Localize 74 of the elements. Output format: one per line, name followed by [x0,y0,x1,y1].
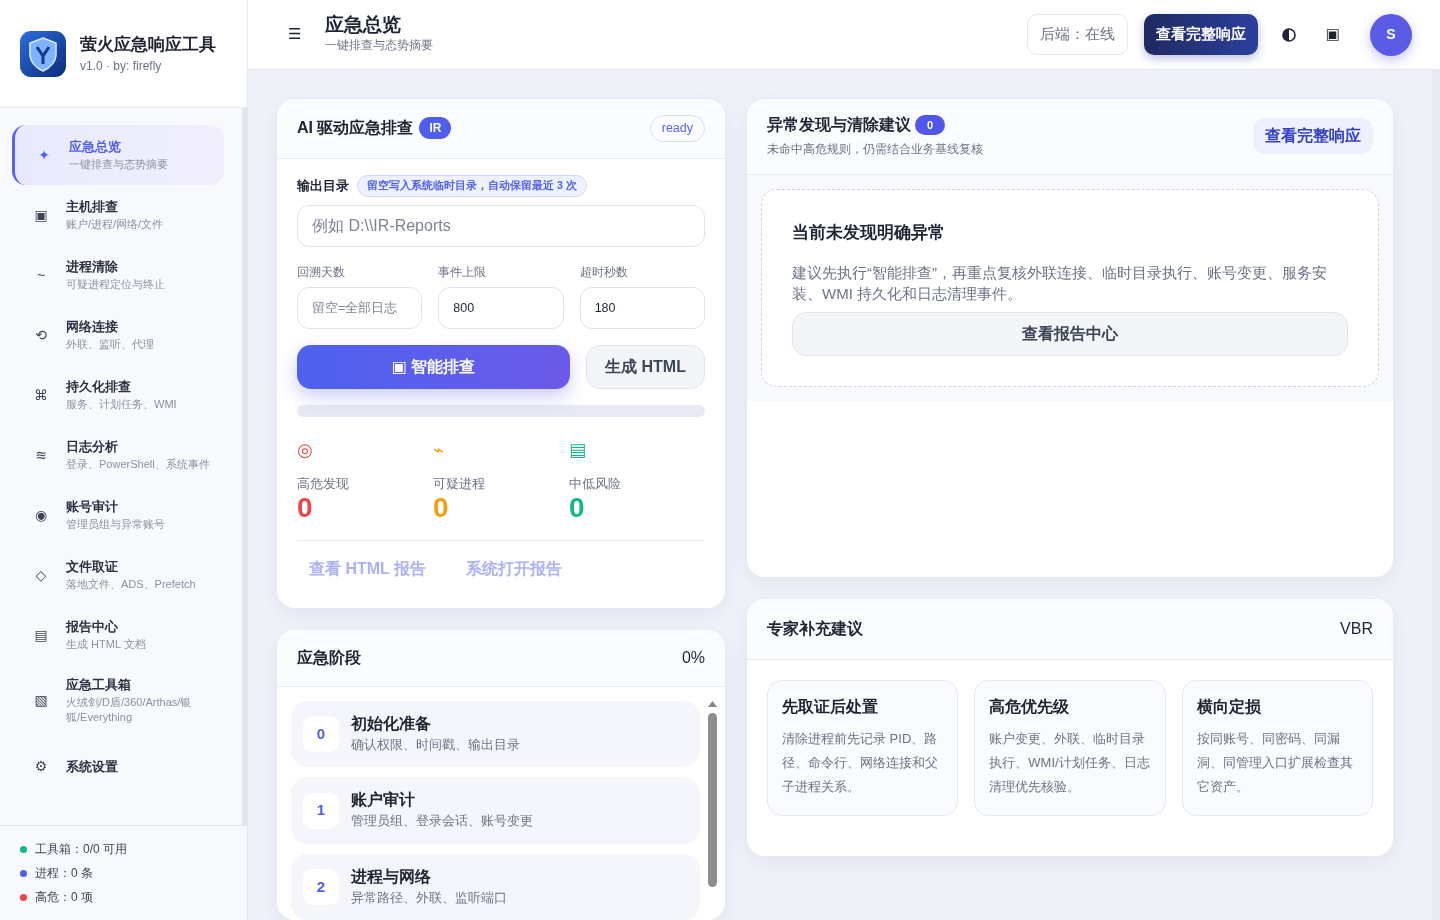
card-tag: VBR [1340,617,1373,641]
stat-label: 中低风险 [569,474,622,493]
card-title: 应急阶段 [297,648,361,669]
parameter-field[interactable]: 180 [579,286,705,329]
tip-text: 按同账号、同密码、同漏洞、同管理入口扩展检查其它资产。 [1196,730,1354,797]
full-response-button[interactable]: 查看完整响应 [1253,117,1373,154]
report-center-button[interactable]: 查看报告中心 [792,311,1348,356]
card-subtitle: 未命中高危规则，仍需结合业务基线复核 [767,142,983,157]
full-response-button[interactable]: 查看完整响应 [1143,14,1258,55]
stage-percent: 0% [681,648,705,669]
window-button[interactable]: ▣ [1311,19,1354,50]
contrast-icon[interactable] [1281,27,1296,42]
stage-title: 初始化准备 [351,714,432,735]
sidebar-item[interactable]: ⌘ 持久化排查 服务、计划任务、WMI [12,365,224,425]
stage-number: 1 [303,792,339,829]
ir-badge: IR [419,117,452,140]
sidebar-item[interactable]: ✦ 应急总览 一键排查与态势摘要 [12,125,224,185]
tip-title: 高危优先级 [989,697,1071,717]
parameter-field[interactable]: 800 [438,286,564,329]
scrollbar[interactable] [708,701,717,888]
generate-html-button[interactable]: 生成 HTML [586,344,705,389]
status-text: 高危：0 项 [35,889,93,906]
tip-title: 横向定损 [1196,697,1262,717]
count-badge: 0 [915,114,946,136]
sidebar-item[interactable]: ≋ 日志分析 登录、PowerShell、系统事件 [12,425,224,485]
stat-label: 高危发现 [297,474,350,493]
stage-title: 账户审计 [351,790,416,811]
empty-title: 当前未发现明确异常 [792,222,946,245]
stat-icon: ▤ [569,440,586,459]
output-hint: 留空写入系统临时目录，自动保留最近 3 次 [357,174,587,197]
app-version: v1.0 · by: firefly [80,58,163,76]
sidebar-item[interactable]: ▧ 应急工具箱 火绒剑/D盾/360/Arthas/银狐/Everything [12,665,224,737]
stage-number: 0 [303,716,339,753]
stat-icon: ◎ [297,440,313,459]
stat-icon: ⌁ [433,440,444,459]
sidebar-item[interactable]: ▤ 报告中心 生成 HTML 文档 [12,605,224,665]
sidebar-item[interactable]: ⟲ 网络连接 外联、监听、代理 [12,305,224,365]
page-subtitle: 一键排查与态势摘要 [325,38,434,54]
status-text: 进程：0 条 [35,865,93,882]
card-title: 异常发现与清除建议 [767,115,911,135]
status-text: 工具箱：0/0 可用 [35,841,127,858]
backend-status: 后端：在线 [1026,14,1128,55]
field-label: 回溯天数 [297,263,346,281]
tip-text: 清除进程前先记录 PID、路径、命令行、网络连接和父子进程关系。 [782,730,939,797]
sidebar-item[interactable]: ◇ 文件取证 落地文件、ADS、Prefetch [12,545,224,605]
sidebar-item[interactable]: ◉ 账号审计 管理员组与异常账号 [12,485,224,545]
card-title: AI 驱动应急排查 [297,118,414,139]
app-title: 萤火应急响应工具 [80,33,216,56]
output-directory-field[interactable]: 例如 D:\\IR-Reports [297,204,705,247]
page-title: 应急总览 [325,14,403,38]
stat-value: 0 [569,493,585,524]
tip-title: 先取证后处置 [782,697,879,717]
stage-subtitle: 异常路径、外联、监听端口 [351,888,507,907]
menu-button[interactable]: ☰ [288,19,302,50]
smart-scan-button[interactable]: ▣ 智能排查 [297,344,570,389]
stage-subtitle: 确认权限、时间戳、输出目录 [351,735,520,754]
shield-logo-icon [20,30,66,77]
stat-value: 0 [297,493,313,524]
parameter-field[interactable]: 留空=全部日志 [297,286,423,329]
stage-title: 进程与网络 [351,866,432,887]
stat-value: 0 [433,493,449,524]
card-title: 专家补充建议 [767,619,863,639]
empty-text: 建议先执行“智能排查”，再重点复核外联连接、临时目录执行、账号变更、服务安装、WMI 持久化和日志清理事件。 [792,262,1328,304]
tip-text: 账户变更、外联、临时目录执行、WMI/计划任务、日志清理优先核验。 [989,730,1151,797]
sidebar-item[interactable]: ~ 进程清除 可疑进程定位与终止 [12,245,224,305]
sidebar-item[interactable]: ▣ 主机排查 账户/进程/网络/文件 [12,185,224,245]
stage-subtitle: 管理员组、登录会话、账号变更 [351,812,533,831]
field-label: 事件上限 [438,263,488,281]
field-label: 超时秒数 [579,263,629,281]
output-label: 输出目录 [297,176,349,195]
stage-number: 2 [303,868,339,905]
sidebar-item[interactable]: ⚙ 系统设置 [12,736,224,797]
stat-label: 可疑进程 [433,474,486,493]
user-avatar[interactable]: S [1370,13,1412,56]
